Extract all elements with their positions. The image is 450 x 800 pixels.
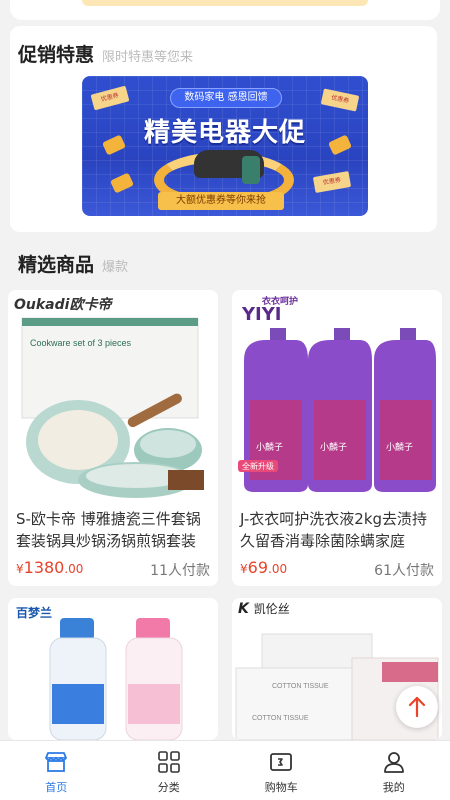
tab-category[interactable]: 分类 bbox=[113, 741, 226, 800]
pack-text: COTTON TISSUE bbox=[252, 715, 309, 722]
product-card[interactable]: 衣衣呵护 YIYI 全新升级 小麟子 小麟子 小麟子 J-衣衣呵护洗衣液2kg去… bbox=[232, 290, 442, 586]
product-price: ¥1380.00 bbox=[16, 558, 83, 577]
promo-section: 促销特惠 限时特惠等您来 优惠券 优惠券 优惠券 数码家电 感恩回馈 精美电器大… bbox=[10, 26, 437, 232]
pack-text: COTTON TISSUE bbox=[272, 683, 329, 690]
price-currency: ¥ bbox=[240, 562, 248, 576]
massage-gun-icon bbox=[242, 156, 260, 184]
product-image-cleaner: 百梦兰 bbox=[8, 598, 218, 740]
product-card[interactable]: Oukadi欧卡帝 Cookware set of 3 pieces S-欧卡帝… bbox=[8, 290, 218, 586]
bottle-label: 小麟子 bbox=[256, 441, 283, 452]
banner-ribbon: 大额优惠券等你来抢 bbox=[158, 192, 284, 210]
cart-icon bbox=[270, 753, 293, 771]
price-currency: ¥ bbox=[16, 562, 24, 576]
price-integer: 69 bbox=[247, 558, 268, 577]
cookware-illustration: Cookware set of 3 pieces bbox=[21, 317, 204, 498]
user-icon bbox=[383, 752, 404, 773]
previous-section-card bbox=[10, 0, 440, 20]
home-shop-icon bbox=[45, 752, 68, 772]
arrow-up-icon bbox=[408, 696, 426, 718]
tab-profile[interactable]: 我的 bbox=[338, 741, 450, 800]
product-image-cookware: Oukadi欧卡帝 Cookware set of 3 pieces bbox=[8, 290, 218, 502]
upgrade-badge: 全新升级 bbox=[242, 461, 274, 471]
promo-banner[interactable]: 优惠券 优惠券 优惠券 数码家电 感恩回馈 精美电器大促 大额优惠券等你来抢 bbox=[82, 76, 368, 216]
tab-home[interactable]: 首页 bbox=[0, 741, 113, 800]
brand-latin: Oukadi bbox=[14, 297, 70, 313]
bottom-tab-bar: 首页 分类 购物车 我的 bbox=[0, 740, 450, 800]
product-price: ¥69.00 bbox=[240, 558, 287, 577]
promo-subtitle: 限时特惠等您来 bbox=[102, 50, 194, 65]
tab-label: 购物车 bbox=[264, 781, 298, 794]
banner-headline: 精美电器大促 bbox=[143, 118, 306, 148]
banner-pill: 数码家电 感恩回馈 bbox=[170, 88, 282, 108]
product-name: S-欧卡帝 博雅搪瓷三件套锅套装锅具炒锅汤锅煎锅套装 bbox=[16, 510, 201, 550]
featured-title: 精选商品 bbox=[18, 254, 95, 276]
tab-label: 首页 bbox=[45, 781, 68, 794]
product-card[interactable]: 百梦兰 bbox=[8, 598, 218, 740]
product-name: J-衣衣呵护洗衣液2kg去渍持久留香消毒除菌除螨家庭 bbox=[240, 510, 428, 550]
tab-cart[interactable]: 购物车 bbox=[225, 741, 338, 800]
brand-cn: 欧卡帝 bbox=[69, 297, 112, 313]
product-image-detergent: 衣衣呵护 YIYI 全新升级 小麟子 小麟子 小麟子 bbox=[232, 290, 442, 502]
category-grid-icon bbox=[157, 751, 180, 773]
bottle-label: 小麟子 bbox=[320, 441, 347, 452]
brand-cn: 凯伦丝 bbox=[253, 602, 290, 616]
price-decimal: .00 bbox=[64, 562, 84, 576]
featured-header: 精选商品 爆款 bbox=[18, 250, 128, 277]
sold-count: 11人付款 bbox=[150, 563, 210, 579]
promo-title: 促销特惠 bbox=[18, 44, 95, 66]
brand-latin: K bbox=[238, 601, 249, 617]
detergent-bottles-illustration: 全新升级 小麟子 小麟子 小麟子 bbox=[238, 328, 436, 492]
sold-count: 61人付款 bbox=[374, 563, 434, 579]
price-integer: 1380 bbox=[23, 558, 65, 577]
price-decimal: .00 bbox=[268, 562, 288, 576]
scroll-to-top-button[interactable] bbox=[396, 686, 438, 728]
bottle-label: 小麟子 bbox=[386, 441, 413, 452]
previous-banner-edge bbox=[82, 0, 368, 6]
featured-subtitle: 爆款 bbox=[102, 260, 129, 275]
tab-label: 我的 bbox=[382, 781, 405, 794]
box-text: Cookware set of 3 pieces bbox=[30, 338, 132, 348]
promo-header: 促销特惠 限时特惠等您来 bbox=[18, 40, 193, 67]
cleaner-bottles-illustration bbox=[49, 618, 183, 740]
brand-logo: K 凯伦丝 bbox=[238, 600, 290, 617]
brand-logo: Oukadi欧卡帝 bbox=[14, 294, 111, 314]
tab-label: 分类 bbox=[157, 781, 180, 794]
